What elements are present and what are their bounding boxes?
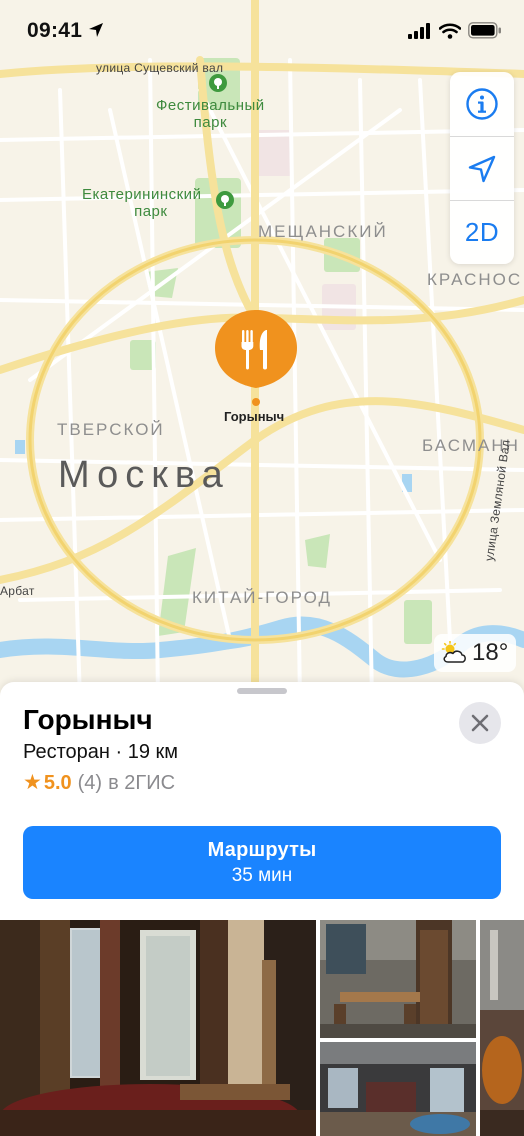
- info-button[interactable]: [450, 72, 514, 136]
- review-count: (4): [77, 772, 103, 794]
- park-label-line: Екатерининский: [82, 186, 202, 203]
- location-arrow-icon: [89, 23, 103, 37]
- district-label: МЕЩАНСКИЙ: [258, 222, 388, 241]
- place-title: Горыныч: [23, 704, 153, 735]
- location-arrow-icon: [468, 155, 496, 182]
- park-label-line: парк: [193, 114, 228, 131]
- interior-photo: [320, 1042, 476, 1136]
- rating-row: ★ 5.0 (4) в 2ГИС: [23, 770, 175, 795]
- park-label-line: парк: [134, 203, 168, 220]
- photo-tile[interactable]: [320, 920, 476, 1038]
- park-label-ekaterininsky: Екатерининский парк: [82, 186, 201, 220]
- map-mode-2d-button[interactable]: 2D: [450, 200, 514, 264]
- park-label-festivalny: Фестивальный парк: [156, 97, 265, 131]
- locate-me-button[interactable]: [450, 136, 514, 200]
- status-bar: 09:41: [0, 0, 524, 64]
- battery-icon: [468, 22, 501, 39]
- restaurant-icon: [215, 310, 297, 406]
- wifi-icon: [439, 22, 461, 39]
- info-icon: [466, 88, 498, 120]
- photo-tile[interactable]: [0, 920, 316, 1136]
- routes-button-label: Маршруты: [207, 839, 317, 861]
- close-icon: [471, 714, 489, 732]
- status-time: 09:41: [27, 19, 83, 42]
- signal-icon: [408, 22, 430, 39]
- rating-score: 5.0: [43, 772, 72, 794]
- partly-cloudy-icon: [441, 641, 466, 663]
- star-icon: ★: [23, 771, 42, 794]
- poi-pin[interactable]: [213, 306, 299, 410]
- interior-photo: [0, 920, 316, 1136]
- district-label: КРАСНОС: [427, 270, 523, 289]
- weather-badge: 18°: [434, 634, 517, 672]
- close-button[interactable]: [459, 702, 501, 744]
- routes-button[interactable]: Маршруты 35 мин: [23, 826, 501, 899]
- photo-tile[interactable]: [320, 1042, 476, 1136]
- place-subtitle: Ресторан · 19 км: [23, 741, 179, 763]
- map-view[interactable]: улица Сущевский вал Фестивальный парк Ек…: [0, 0, 524, 700]
- temperature-label: 18°: [472, 639, 509, 666]
- status-icons: [408, 22, 502, 39]
- photo-gallery[interactable]: [0, 920, 524, 1136]
- place-card-sheet[interactable]: Горыныч Ресторан · 19 км ★ 5.0 (4) в 2ГИ…: [0, 682, 524, 1136]
- sheet-grabber[interactable]: [237, 688, 287, 694]
- interior-photo: [320, 920, 476, 1038]
- photo-tile[interactable]: [480, 920, 524, 1136]
- park-label-line: Фестивальный: [156, 97, 265, 114]
- rating-source[interactable]: в 2ГИС: [108, 772, 175, 795]
- district-label: ТВЕРСКОЙ: [57, 420, 165, 439]
- city-label: Москва: [58, 454, 230, 496]
- routes-button-time: 35 мин: [231, 865, 293, 886]
- map-controls: 2D: [450, 72, 514, 264]
- poi-label[interactable]: Горыныч: [224, 409, 284, 424]
- district-label: КИТАЙ-ГОРОД: [192, 588, 332, 607]
- interior-photo: [480, 920, 524, 1136]
- street-label: Арбат: [0, 584, 35, 598]
